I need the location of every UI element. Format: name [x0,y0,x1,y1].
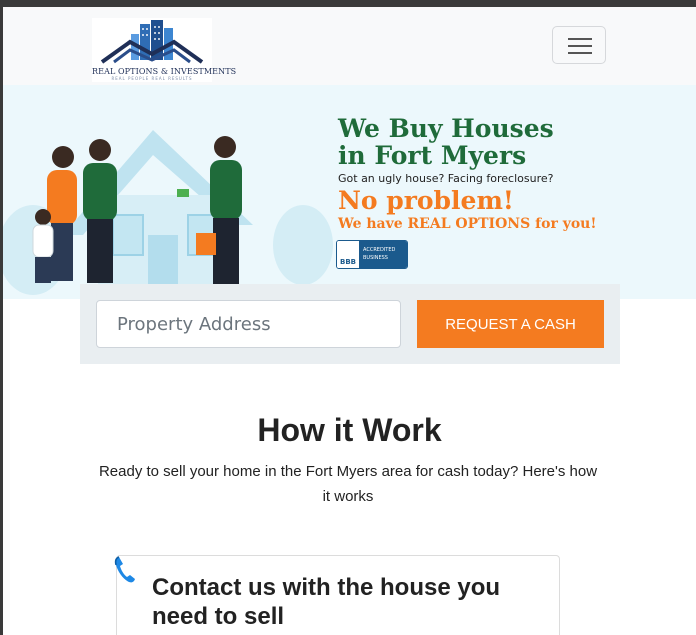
how-it-works-title: How it Work [257,412,442,448]
brand-tagline: REAL PEOPLE REAL RESULTS [111,76,193,81]
phone-icon [114,556,135,583]
hero-subtitle: Got an ugly house? Facing foreclosure? [338,172,554,185]
hero-banner: We Buy Houses in Fort Myers Got an ugly … [3,85,696,299]
bbb-line1: ACCREDITED [363,247,396,253]
brand-logo[interactable]: REAL OPTIONS & INVESTMENTS REAL PEOPLE R… [92,18,237,82]
hero-options: We have REAL OPTIONS for you! [338,216,597,232]
navbar: REAL OPTIONS & INVESTMENTS REAL PEOPLE R… [3,7,696,85]
bbb-badge-text: ACCREDITED BUSINESS [359,241,407,268]
step-title: Contact us with the house you need to se… [152,574,501,630]
how-it-works-description: Ready to sell your home in the Fort Myer… [98,463,598,505]
brand-name: REAL OPTIONS & INVESTMENTS [92,67,237,76]
hero-title-line2: in Fort Myers [338,141,527,170]
menu-toggle-button[interactable] [552,26,606,64]
hero-title-line1: We Buy Houses [338,114,554,143]
page: REAL OPTIONS & INVESTMENTS REAL PEOPLE R… [3,7,696,635]
bbb-logo: BBB [337,241,359,268]
hero-title: We Buy Houses in Fort Myers [338,115,554,169]
family-house-illustration [3,130,333,299]
hero-no-problem: No problem! [338,186,514,215]
cash-offer-form: REQUEST A CASH OFFER [80,284,620,381]
request-cash-offer-button[interactable]: REQUEST A CASH OFFER [417,300,604,381]
bbb-line2: BUSINESS [363,255,388,261]
house-buildings-logo-icon [100,20,204,64]
bbb-accredited-badge-icon: BBB ACCREDITED BUSINESS [336,240,408,269]
property-address-input[interactable] [96,300,401,348]
